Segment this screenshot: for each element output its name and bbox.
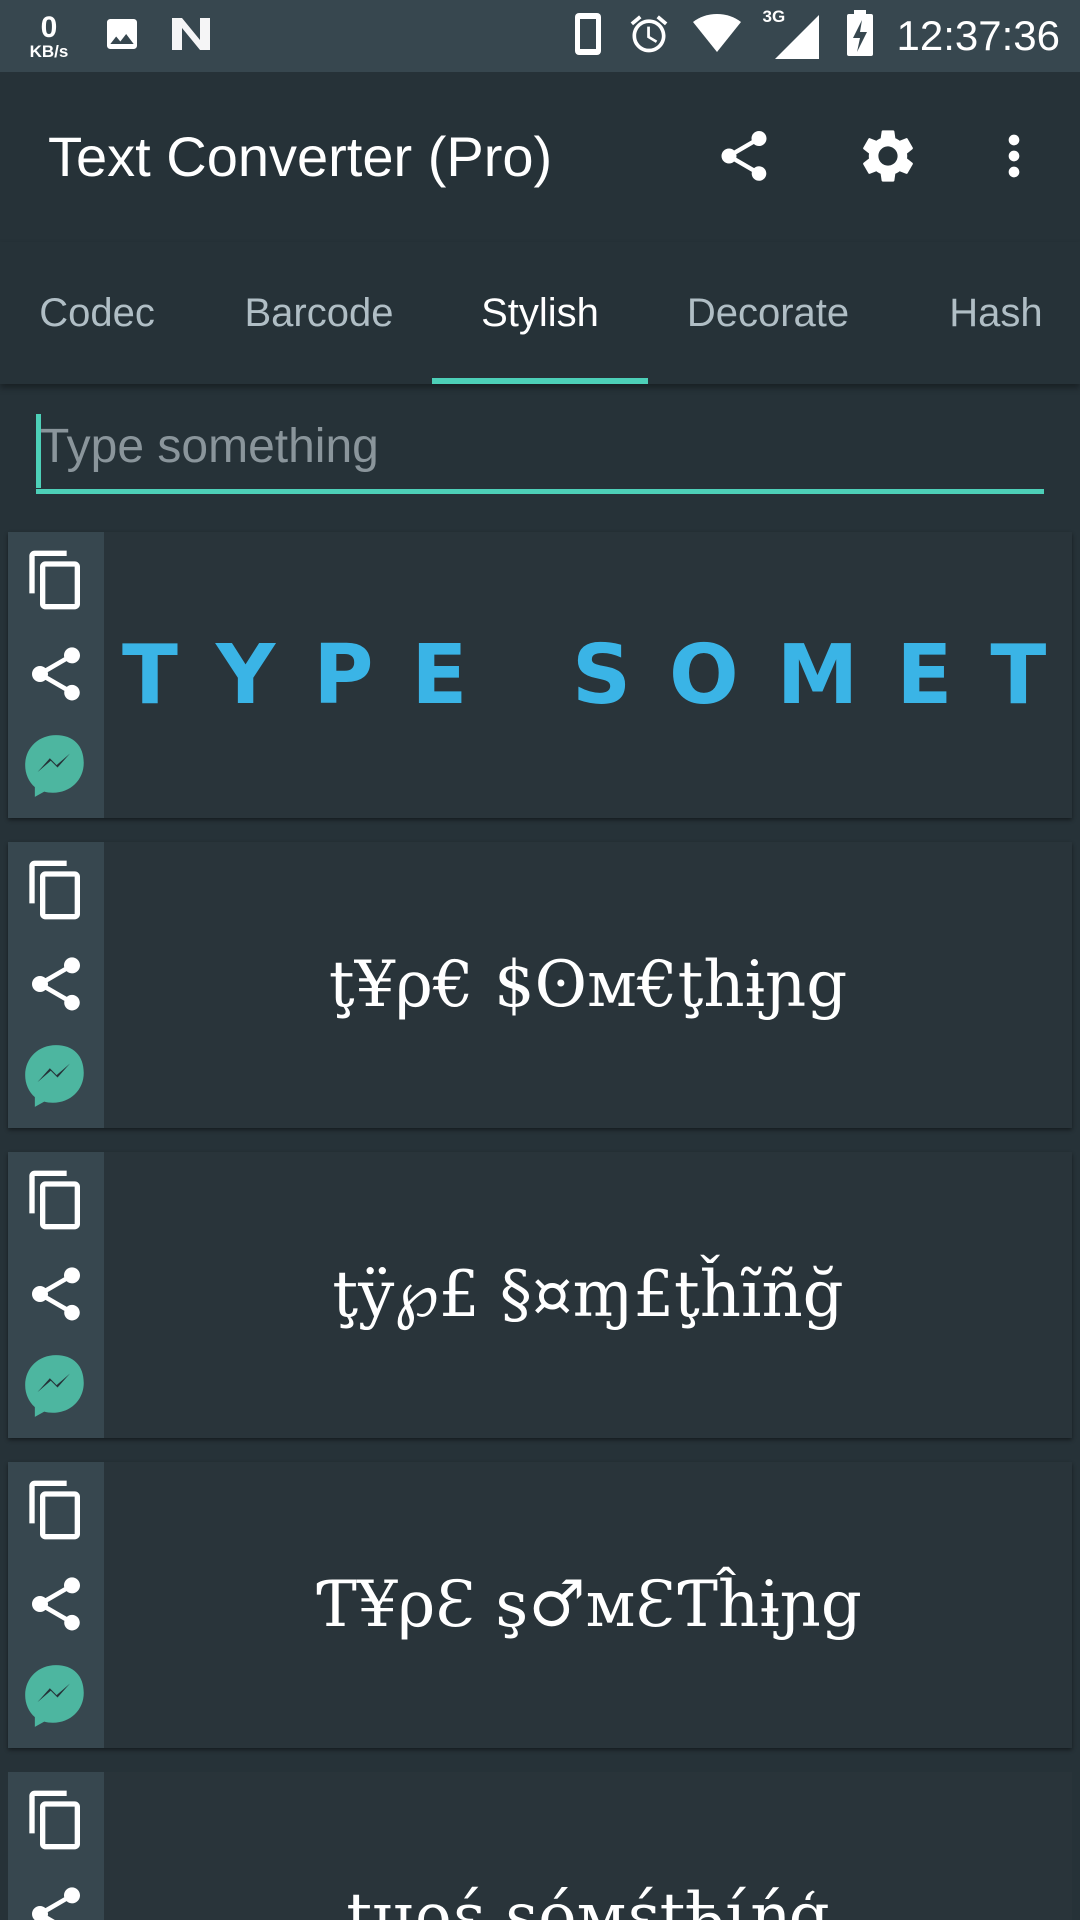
result-card: ţÿ℘£ §¤ɱ£ţȟĩñğ: [8, 1152, 1072, 1438]
card-actions: [8, 1772, 104, 1920]
tab-indicator: [432, 378, 648, 384]
card-actions: [8, 1152, 104, 1438]
copy-icon[interactable]: [18, 852, 94, 928]
card-actions: [8, 1462, 104, 1748]
data-speed-indicator: 0 KB/s: [22, 10, 76, 61]
overflow-menu-icon[interactable]: [982, 124, 1046, 188]
vibrate-phone-icon: [571, 11, 605, 62]
tab-hash[interactable]: Hash: [896, 242, 1080, 384]
cell-signal-icon: 3G: [763, 7, 823, 61]
result-text: ţ¥ρ€ $ʘм€ţhɨɲg: [328, 948, 848, 1022]
share-icon[interactable]: [18, 1256, 94, 1332]
n-logo-icon: [168, 14, 214, 59]
tab-stylish[interactable]: Stylish: [432, 242, 648, 384]
messenger-icon[interactable]: [18, 1658, 94, 1734]
copy-icon[interactable]: [18, 1782, 94, 1858]
text-input-container: [36, 404, 1044, 500]
result-card: TYPE SOMETH: [8, 532, 1072, 818]
messenger-icon[interactable]: [18, 1038, 94, 1114]
alarm-icon: [627, 12, 671, 61]
share-icon[interactable]: [18, 636, 94, 712]
result-text: tџρέ şóмέtђίήģ: [346, 1880, 830, 1920]
status-clock: 12:37:36: [896, 12, 1061, 59]
copy-icon[interactable]: [18, 542, 94, 618]
wifi-icon: [692, 13, 741, 59]
data-speed-value: 0: [40, 10, 58, 44]
share-icon[interactable]: [18, 1876, 94, 1920]
status-bar: 0 KB/s 3G 12:37:36: [0, 0, 1080, 72]
data-speed-unit: KB/s: [29, 41, 69, 61]
app-bar: Text Converter (Pro): [0, 72, 1080, 242]
share-icon[interactable]: [18, 1566, 94, 1642]
card-actions: [8, 842, 104, 1128]
result-text: ţÿ℘£ §¤ɱ£ţȟĩñğ: [332, 1258, 844, 1332]
app-title: Text Converter (Pro): [48, 125, 553, 188]
share-icon[interactable]: [712, 124, 776, 188]
image-notification-icon: [102, 14, 142, 59]
card-actions: [8, 532, 104, 818]
battery-charging-icon: [845, 9, 875, 63]
text-input[interactable]: [36, 404, 1044, 494]
tab-decorate[interactable]: Decorate: [660, 242, 876, 384]
copy-icon[interactable]: [18, 1162, 94, 1238]
settings-icon[interactable]: [856, 124, 920, 188]
copy-icon[interactable]: [18, 1472, 94, 1548]
messenger-icon[interactable]: [18, 1348, 94, 1424]
result-card: tџρέ şóмέtђίήģ: [8, 1772, 1072, 1920]
result-card: ţ¥ρ€ $ʘм€ţhɨɲg: [8, 842, 1072, 1128]
text-cursor: [36, 414, 41, 488]
tab-barcode[interactable]: Barcode: [216, 242, 422, 384]
result-card: Ƭ¥ρƐ ş♂мƐƬĥɨɲg: [8, 1462, 1072, 1748]
result-text: TYPE SOMETH: [122, 627, 1072, 723]
messenger-icon[interactable]: [18, 728, 94, 804]
tab-bar: Codec Barcode Stylish Decorate Hash: [0, 242, 1080, 384]
tab-codec[interactable]: Codec: [0, 242, 194, 384]
result-text: Ƭ¥ρƐ ş♂мƐƬĥɨɲg: [314, 1568, 862, 1642]
share-icon[interactable]: [18, 946, 94, 1022]
